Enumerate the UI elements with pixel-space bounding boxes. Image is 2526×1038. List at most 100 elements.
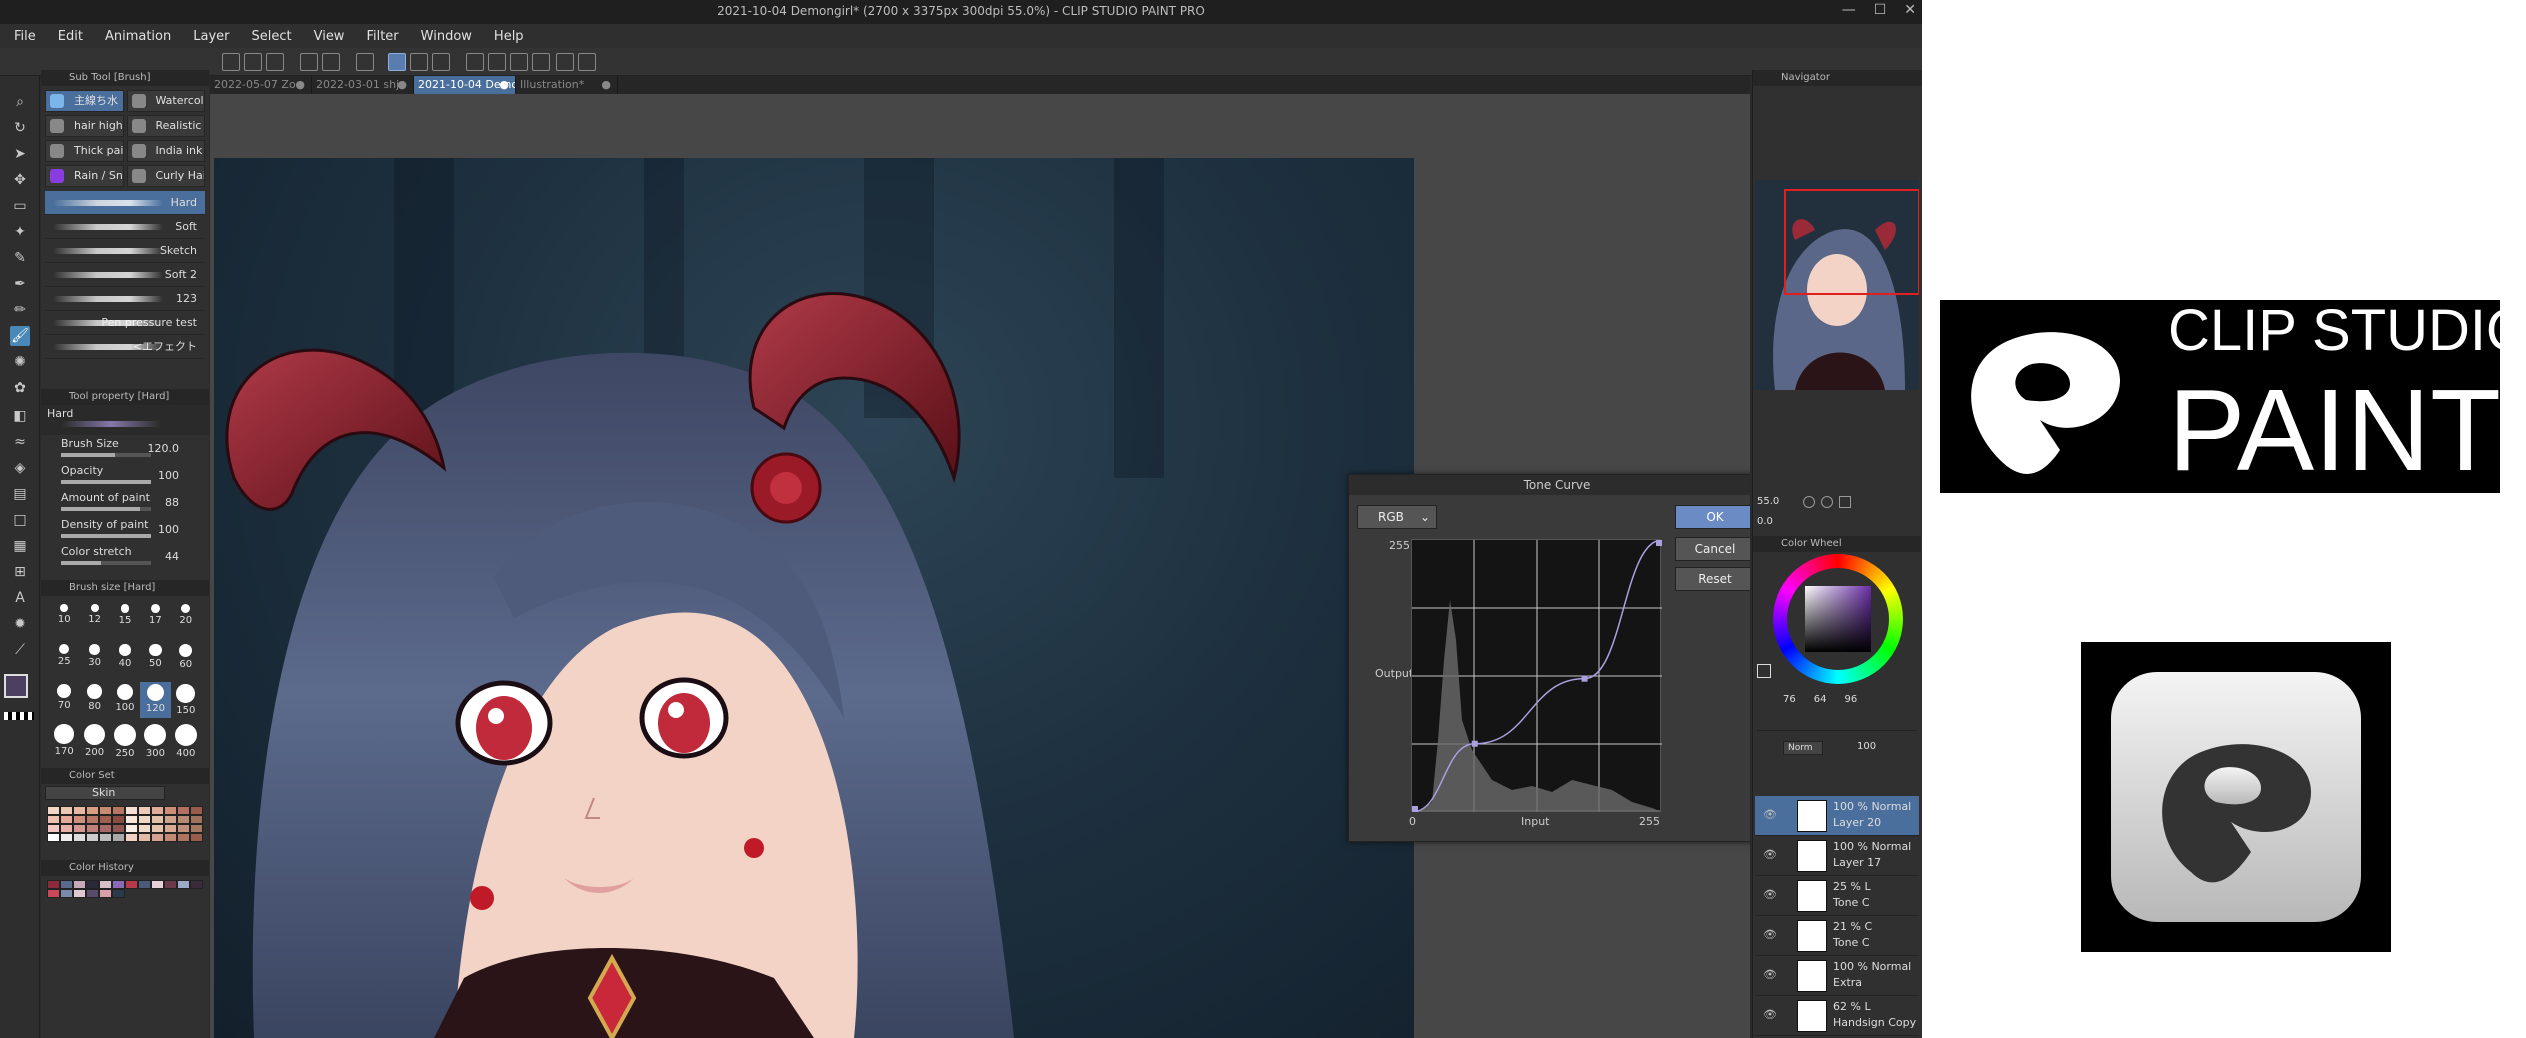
layer-row[interactable]: 👁 100 % Normal Extra bbox=[1755, 956, 1919, 996]
color-swatch[interactable] bbox=[60, 889, 73, 898]
zoom-tool-icon[interactable]: ⌕ bbox=[10, 92, 30, 112]
color-swatch[interactable] bbox=[86, 833, 99, 842]
layer-row[interactable]: 👁 100 % Normal Layer 20 bbox=[1755, 796, 1919, 836]
artwork-canvas[interactable] bbox=[214, 158, 1414, 1038]
color-swatch[interactable] bbox=[125, 824, 138, 833]
tab-document[interactable]: 2021-10-04 Demongirl*● bbox=[414, 76, 516, 94]
blend-tool-icon[interactable]: ≈ bbox=[10, 432, 30, 452]
brush-item[interactable]: Soft bbox=[45, 215, 205, 239]
color-swatch[interactable] bbox=[86, 824, 99, 833]
property-slider[interactable] bbox=[61, 507, 151, 511]
selection-tool-icon[interactable]: ▭ bbox=[10, 196, 30, 216]
rotate-tool-icon[interactable]: ↻ bbox=[10, 118, 30, 138]
current-color-swatch[interactable] bbox=[1757, 664, 1771, 678]
brush-size-option[interactable]: 10 bbox=[49, 602, 79, 638]
subtool-button[interactable]: Thick paint bbox=[45, 140, 124, 162]
brush-size-option[interactable]: 20 bbox=[171, 602, 201, 638]
brush-tool-icon[interactable]: 🖌 bbox=[10, 326, 30, 346]
color-swatch[interactable] bbox=[151, 815, 164, 824]
layer-row[interactable]: 👁 25 % L Tone C bbox=[1755, 876, 1919, 916]
minimize-button[interactable]: — bbox=[1842, 2, 1856, 18]
brush-size-option[interactable]: 50 bbox=[140, 642, 170, 678]
tool-property-row[interactable]: Amount of paint 88 bbox=[41, 489, 209, 516]
color-swatch[interactable] bbox=[112, 889, 125, 898]
layer-row[interactable]: 👁 100 % Normal Layer 17 bbox=[1755, 836, 1919, 876]
color-swatch[interactable] bbox=[164, 824, 177, 833]
color-swatch[interactable] bbox=[177, 833, 190, 842]
brush-size-option[interactable]: 400 bbox=[171, 722, 201, 759]
property-value[interactable]: 88 bbox=[165, 496, 179, 509]
color-swatch[interactable] bbox=[164, 815, 177, 824]
text-tool-icon[interactable]: A bbox=[10, 588, 30, 608]
green-value[interactable]: 64 bbox=[1814, 694, 1827, 705]
save-icon[interactable] bbox=[266, 53, 284, 71]
blend-mode-dropdown[interactable]: Norm bbox=[1783, 741, 1823, 755]
color-swatch[interactable] bbox=[164, 806, 177, 815]
color-swatch[interactable] bbox=[177, 880, 190, 889]
color-swatch[interactable] bbox=[73, 889, 86, 898]
ok-button[interactable]: OK bbox=[1675, 505, 1750, 529]
color-swatch[interactable] bbox=[86, 815, 99, 824]
eye-icon[interactable]: 👁 bbox=[1763, 848, 1777, 861]
blue-value[interactable]: 96 bbox=[1844, 694, 1857, 705]
subtool-button[interactable]: Rain / Snow bbox=[45, 165, 124, 187]
color-swatch[interactable] bbox=[125, 833, 138, 842]
property-slider[interactable] bbox=[61, 534, 151, 538]
menu-window[interactable]: Window bbox=[421, 29, 472, 44]
tool-property-row[interactable]: Opacity 100 bbox=[41, 462, 209, 489]
color-set-dropdown[interactable]: Skin bbox=[45, 786, 165, 800]
color-swatch[interactable] bbox=[177, 815, 190, 824]
color-swatch[interactable] bbox=[151, 880, 164, 889]
color-swatch[interactable] bbox=[60, 815, 73, 824]
brush-size-option[interactable]: 12 bbox=[79, 602, 109, 638]
object-tool-icon[interactable]: ➤ bbox=[10, 144, 30, 164]
pen-tool-icon[interactable]: ✒ bbox=[10, 274, 30, 294]
menu-layer[interactable]: Layer bbox=[193, 29, 229, 44]
color-swatch[interactable] bbox=[73, 824, 86, 833]
brush-item[interactable]: Hard bbox=[45, 191, 205, 215]
color-swatch[interactable] bbox=[190, 815, 203, 824]
tab-document[interactable]: Illustration* ● bbox=[516, 76, 618, 94]
menu-file[interactable]: File bbox=[14, 29, 36, 44]
brush-size-option[interactable]: 250 bbox=[110, 722, 140, 759]
eye-icon[interactable]: 👁 bbox=[1763, 888, 1777, 901]
color-swatch[interactable] bbox=[99, 880, 112, 889]
reset-button[interactable]: Reset bbox=[1675, 567, 1750, 591]
color-swatch[interactable] bbox=[164, 880, 177, 889]
property-slider[interactable] bbox=[61, 453, 151, 457]
color-swatch[interactable] bbox=[112, 833, 125, 842]
open-file-icon[interactable] bbox=[244, 53, 262, 71]
color-swatch[interactable] bbox=[60, 833, 73, 842]
property-value[interactable]: 120.0 bbox=[148, 442, 180, 455]
saturation-value-square[interactable] bbox=[1805, 586, 1871, 652]
color-swatch[interactable] bbox=[99, 806, 112, 815]
color-swatch[interactable] bbox=[99, 833, 112, 842]
tone-curve-graph[interactable] bbox=[1411, 539, 1663, 813]
ruler-tool-icon[interactable]: ⊞ bbox=[10, 562, 30, 582]
canvas-area[interactable]: Tone Curve✕ RGB⌄ OK Cancel Reset 255 Out… bbox=[210, 94, 1750, 1038]
tab-document[interactable]: 2022-05-07 Zo ● bbox=[210, 76, 312, 94]
color-swatch[interactable] bbox=[47, 815, 60, 824]
property-value[interactable]: 100 bbox=[158, 523, 179, 536]
brush-size-option[interactable]: 80 bbox=[79, 682, 109, 718]
clear-icon[interactable] bbox=[356, 53, 374, 71]
brush-size-option[interactable]: 17 bbox=[140, 602, 170, 638]
snap-grid-icon[interactable] bbox=[432, 53, 450, 71]
subtool-button[interactable]: Watercolor bbox=[126, 90, 205, 112]
frame-tool-icon[interactable]: ▦ bbox=[10, 536, 30, 556]
color-swatch[interactable] bbox=[47, 889, 60, 898]
red-value[interactable]: 76 bbox=[1783, 694, 1796, 705]
brush-size-option[interactable]: 300 bbox=[140, 722, 170, 759]
maximize-button[interactable]: ☐ bbox=[1874, 2, 1887, 18]
brush-size-option[interactable]: 60 bbox=[171, 642, 201, 678]
close-button[interactable]: ✕ bbox=[1904, 2, 1916, 18]
figure-tool-icon[interactable]: □ bbox=[10, 510, 30, 530]
undo-icon[interactable] bbox=[300, 53, 318, 71]
color-swatch[interactable] bbox=[190, 824, 203, 833]
color-swatch[interactable] bbox=[190, 833, 203, 842]
tool-property-row[interactable]: Color stretch 44 bbox=[41, 543, 209, 570]
curve-control-point[interactable] bbox=[1656, 540, 1662, 546]
correct-line-tool-icon[interactable]: ⟋ bbox=[10, 640, 30, 660]
color-swatch[interactable] bbox=[47, 806, 60, 815]
color-swatch[interactable] bbox=[99, 815, 112, 824]
